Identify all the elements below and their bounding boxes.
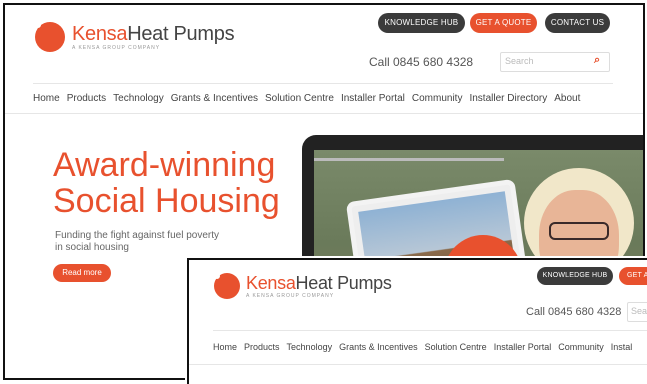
divider — [189, 364, 647, 365]
search-icon[interactable]: ⌕ — [594, 54, 600, 67]
divider — [5, 113, 643, 114]
brand-tagline: A Kensa Group Company — [246, 292, 335, 299]
nav-community[interactable]: Community — [412, 93, 463, 104]
search-input[interactable]: Search ⌕ — [500, 52, 610, 72]
nav-installer-portal[interactable]: Installer Portal — [341, 93, 405, 104]
main-nav: Home Products Technology Grants & Incent… — [33, 93, 580, 104]
main-nav: Home Products Technology Grants & Incent… — [213, 342, 632, 352]
get-a-quote-button[interactable]: GET A QUOTE — [470, 13, 537, 33]
nav-community[interactable]: Community — [558, 342, 604, 352]
search-input[interactable]: Sea — [627, 302, 647, 322]
brand-name: KensaHeat Pumps — [246, 272, 392, 293]
hero-title-line2: Social Housing — [53, 182, 280, 220]
nav-installer-portal[interactable]: Installer Portal — [494, 342, 552, 352]
glasses — [549, 222, 609, 240]
brand-tagline: A Kensa Group Company — [72, 45, 161, 51]
logo[interactable]: KensaHeat Pumps A Kensa Group Company — [35, 22, 235, 52]
hero-title-line1: Award-winning — [53, 146, 276, 184]
nav-solution-centre[interactable]: Solution Centre — [425, 342, 487, 352]
phone-number: Call 0845 680 4328 — [369, 55, 474, 69]
nav-installer-directory[interactable]: Instal — [611, 342, 633, 352]
hero-subtitle-line1: Funding the fight against fuel poverty — [55, 230, 219, 241]
nav-solution-centre[interactable]: Solution Centre — [265, 93, 334, 104]
nav-technology[interactable]: Technology — [287, 342, 333, 352]
kitchen-rail — [314, 158, 504, 161]
nav-technology[interactable]: Technology — [113, 93, 164, 104]
nav-about[interactable]: About — [554, 93, 580, 104]
contact-us-button[interactable]: CONTACT US — [545, 13, 610, 33]
nav-products[interactable]: Products — [67, 93, 106, 104]
logo[interactable]: KensaHeat Pumps A Kensa Group Company — [214, 273, 392, 299]
get-a-quote-button[interactable]: GET A — [619, 267, 647, 285]
divider — [213, 330, 647, 331]
brand-name: KensaHeat Pumps — [72, 23, 235, 45]
nav-products[interactable]: Products — [244, 342, 280, 352]
search-placeholder: Sea — [631, 306, 647, 316]
divider — [33, 83, 613, 84]
nav-grants[interactable]: Grants & Incentives — [339, 342, 418, 352]
logo-mark-icon — [35, 22, 65, 52]
nav-home[interactable]: Home — [33, 93, 60, 104]
nav-installer-directory[interactable]: Installer Directory — [469, 93, 547, 104]
logo-mark-icon — [214, 273, 240, 299]
search-placeholder: Search — [505, 56, 534, 66]
nav-grants[interactable]: Grants & Incentives — [171, 93, 258, 104]
phone-number: Call 0845 680 4328 — [526, 306, 622, 318]
knowledge-hub-button[interactable]: KNOWLEDGE HUB — [537, 267, 613, 285]
secondary-screenshot: KensaHeat Pumps A Kensa Group Company KN… — [187, 258, 647, 384]
knowledge-hub-button[interactable]: KNOWLEDGE HUB — [378, 13, 465, 33]
read-more-button[interactable]: Read more — [53, 264, 111, 282]
hero-subtitle-line2: in social housing — [55, 242, 129, 253]
nav-home[interactable]: Home — [213, 342, 237, 352]
